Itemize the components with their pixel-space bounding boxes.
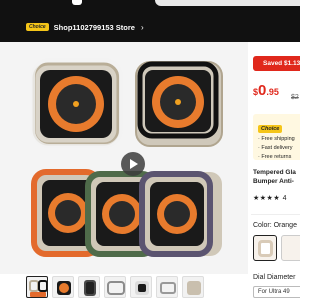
benefit-free-shipping: · Free shipping xyxy=(258,136,295,142)
thumbnail-1-image xyxy=(29,280,47,297)
watch-frame-black xyxy=(135,61,223,147)
product-page: Choice Shop1102799153 Store › Saved $1.1… xyxy=(0,0,300,300)
thumbnail-strip xyxy=(0,276,248,300)
color-label: Color: Orange xyxy=(253,222,297,229)
divider xyxy=(251,214,300,215)
search-bar[interactable] xyxy=(155,0,300,6)
product-title: Tempered Gla Bumper Anti- xyxy=(253,168,300,186)
chevron-right-icon: › xyxy=(140,22,144,32)
play-icon xyxy=(130,159,138,169)
header-bar: Choice Shop1102799153 Store › xyxy=(0,0,300,42)
benefit-free-returns: · Free returns xyxy=(258,154,292,160)
color-swatch-ring xyxy=(258,240,273,257)
thumbnail-5-image xyxy=(135,281,149,295)
thumbnail-3-image xyxy=(84,280,96,296)
store-link[interactable]: Choice Shop1102799153 Store › xyxy=(26,20,144,34)
current-price: $0.95 xyxy=(253,82,279,100)
watch-frame-purple xyxy=(139,171,222,257)
rating[interactable]: ★★★★ 4 xyxy=(253,194,287,202)
choice-benefits: Choice · Free shipping · Fast delivery ·… xyxy=(253,114,300,160)
price-decimal: .95 xyxy=(266,87,279,97)
thumbnail-7[interactable] xyxy=(182,276,204,298)
rating-value: 4 xyxy=(282,195,287,202)
thumbnail-2[interactable] xyxy=(52,276,74,298)
color-swatch-selected[interactable] xyxy=(253,235,277,261)
original-price: $2 xyxy=(291,94,299,101)
choice-badge: Choice xyxy=(26,23,49,31)
thumbnail-5[interactable] xyxy=(130,276,152,298)
thumbnail-7-image xyxy=(187,281,201,295)
product-image[interactable] xyxy=(0,42,248,274)
product-info-panel: Saved $1.13 $0.95 $2 Choice · Free shipp… xyxy=(251,42,300,300)
watch-frame-titanium xyxy=(31,58,123,148)
thumbnail-2-image xyxy=(57,281,71,295)
color-swatch-next[interactable] xyxy=(281,235,300,261)
thumbnail-4[interactable] xyxy=(104,276,126,298)
thumbnail-1[interactable] xyxy=(26,276,48,298)
benefit-fast-delivery: · Fast delivery xyxy=(258,145,293,151)
savings-badge: Saved $1.13 xyxy=(253,56,300,71)
thumbnail-3[interactable] xyxy=(78,276,100,298)
store-name[interactable]: Shop1102799153 Store xyxy=(54,23,135,32)
choice-badge-small: Choice xyxy=(258,125,283,133)
dial-option-ultra-49[interactable]: For Ultra 49 xyxy=(253,286,300,298)
thumbnail-6-image xyxy=(160,282,176,294)
rating-stars: ★★★★ xyxy=(253,195,281,202)
thumbnail-6[interactable] xyxy=(156,276,178,298)
thumbnail-4-image xyxy=(107,281,125,295)
header-tab-stub xyxy=(72,0,82,5)
play-video-button[interactable] xyxy=(121,152,145,176)
product-title-line-2: Bumper Anti- xyxy=(253,178,294,185)
dial-diameter-label: Dial Diameter xyxy=(253,274,296,281)
product-title-line-1: Tempered Gla xyxy=(253,169,296,176)
